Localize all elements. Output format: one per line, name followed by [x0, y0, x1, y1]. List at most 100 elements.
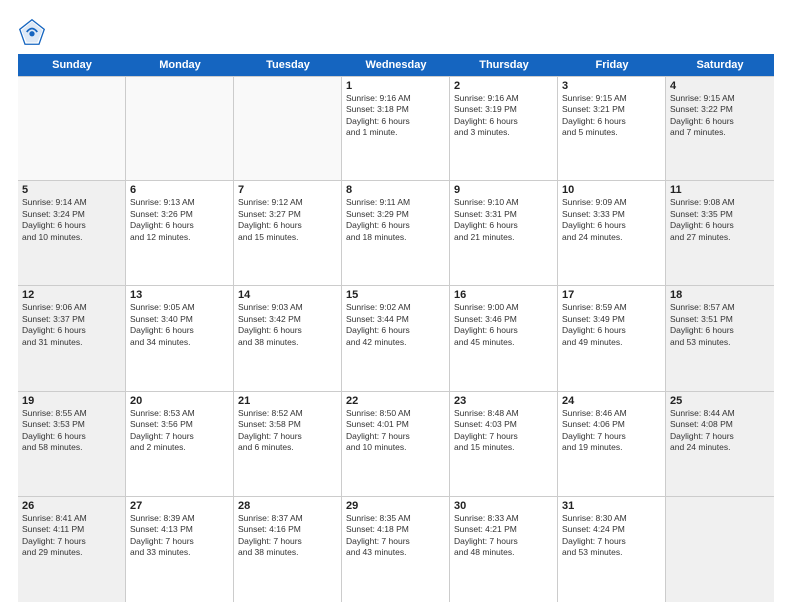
day-number: 6: [130, 184, 229, 196]
day-info: Sunrise: 9:10 AM Sunset: 3:31 PM Dayligh…: [454, 197, 553, 243]
day-13: 13Sunrise: 9:05 AM Sunset: 3:40 PM Dayli…: [126, 286, 234, 390]
empty-cell: [666, 497, 774, 602]
day-number: 12: [22, 289, 121, 301]
day-info: Sunrise: 9:02 AM Sunset: 3:44 PM Dayligh…: [346, 302, 445, 348]
empty-cell: [234, 77, 342, 180]
day-25: 25Sunrise: 8:44 AM Sunset: 4:08 PM Dayli…: [666, 392, 774, 496]
day-number: 23: [454, 395, 553, 407]
header-day-friday: Friday: [558, 54, 666, 76]
header-day-saturday: Saturday: [666, 54, 774, 76]
day-19: 19Sunrise: 8:55 AM Sunset: 3:53 PM Dayli…: [18, 392, 126, 496]
day-3: 3Sunrise: 9:15 AM Sunset: 3:21 PM Daylig…: [558, 77, 666, 180]
header-day-monday: Monday: [126, 54, 234, 76]
day-info: Sunrise: 9:03 AM Sunset: 3:42 PM Dayligh…: [238, 302, 337, 348]
day-info: Sunrise: 9:09 AM Sunset: 3:33 PM Dayligh…: [562, 197, 661, 243]
calendar-body: 1Sunrise: 9:16 AM Sunset: 3:18 PM Daylig…: [18, 76, 774, 602]
day-info: Sunrise: 8:55 AM Sunset: 3:53 PM Dayligh…: [22, 408, 121, 454]
day-number: 4: [670, 80, 770, 92]
day-number: 8: [346, 184, 445, 196]
day-number: 31: [562, 500, 661, 512]
day-number: 27: [130, 500, 229, 512]
empty-cell: [126, 77, 234, 180]
day-number: 26: [22, 500, 121, 512]
day-info: Sunrise: 8:50 AM Sunset: 4:01 PM Dayligh…: [346, 408, 445, 454]
day-number: 29: [346, 500, 445, 512]
day-9: 9Sunrise: 9:10 AM Sunset: 3:31 PM Daylig…: [450, 181, 558, 285]
day-number: 9: [454, 184, 553, 196]
day-number: 7: [238, 184, 337, 196]
day-20: 20Sunrise: 8:53 AM Sunset: 3:56 PM Dayli…: [126, 392, 234, 496]
week-4: 19Sunrise: 8:55 AM Sunset: 3:53 PM Dayli…: [18, 392, 774, 497]
day-11: 11Sunrise: 9:08 AM Sunset: 3:35 PM Dayli…: [666, 181, 774, 285]
day-8: 8Sunrise: 9:11 AM Sunset: 3:29 PM Daylig…: [342, 181, 450, 285]
day-5: 5Sunrise: 9:14 AM Sunset: 3:24 PM Daylig…: [18, 181, 126, 285]
logo: [18, 18, 50, 46]
day-17: 17Sunrise: 8:59 AM Sunset: 3:49 PM Dayli…: [558, 286, 666, 390]
day-number: 17: [562, 289, 661, 301]
day-info: Sunrise: 8:41 AM Sunset: 4:11 PM Dayligh…: [22, 513, 121, 559]
day-23: 23Sunrise: 8:48 AM Sunset: 4:03 PM Dayli…: [450, 392, 558, 496]
day-number: 25: [670, 395, 770, 407]
day-28: 28Sunrise: 8:37 AM Sunset: 4:16 PM Dayli…: [234, 497, 342, 602]
day-info: Sunrise: 8:52 AM Sunset: 3:58 PM Dayligh…: [238, 408, 337, 454]
day-info: Sunrise: 8:44 AM Sunset: 4:08 PM Dayligh…: [670, 408, 770, 454]
day-10: 10Sunrise: 9:09 AM Sunset: 3:33 PM Dayli…: [558, 181, 666, 285]
header-day-wednesday: Wednesday: [342, 54, 450, 76]
day-info: Sunrise: 9:05 AM Sunset: 3:40 PM Dayligh…: [130, 302, 229, 348]
day-info: Sunrise: 9:00 AM Sunset: 3:46 PM Dayligh…: [454, 302, 553, 348]
day-7: 7Sunrise: 9:12 AM Sunset: 3:27 PM Daylig…: [234, 181, 342, 285]
day-number: 14: [238, 289, 337, 301]
day-info: Sunrise: 8:37 AM Sunset: 4:16 PM Dayligh…: [238, 513, 337, 559]
day-number: 5: [22, 184, 121, 196]
day-15: 15Sunrise: 9:02 AM Sunset: 3:44 PM Dayli…: [342, 286, 450, 390]
day-info: Sunrise: 8:30 AM Sunset: 4:24 PM Dayligh…: [562, 513, 661, 559]
day-number: 3: [562, 80, 661, 92]
header-day-thursday: Thursday: [450, 54, 558, 76]
day-number: 21: [238, 395, 337, 407]
day-info: Sunrise: 9:15 AM Sunset: 3:21 PM Dayligh…: [562, 93, 661, 139]
day-number: 18: [670, 289, 770, 301]
day-4: 4Sunrise: 9:15 AM Sunset: 3:22 PM Daylig…: [666, 77, 774, 180]
day-info: Sunrise: 9:16 AM Sunset: 3:19 PM Dayligh…: [454, 93, 553, 139]
week-3: 12Sunrise: 9:06 AM Sunset: 3:37 PM Dayli…: [18, 286, 774, 391]
week-5: 26Sunrise: 8:41 AM Sunset: 4:11 PM Dayli…: [18, 497, 774, 602]
day-info: Sunrise: 9:08 AM Sunset: 3:35 PM Dayligh…: [670, 197, 770, 243]
week-1: 1Sunrise: 9:16 AM Sunset: 3:18 PM Daylig…: [18, 76, 774, 181]
day-14: 14Sunrise: 9:03 AM Sunset: 3:42 PM Dayli…: [234, 286, 342, 390]
logo-icon: [18, 18, 46, 46]
day-number: 13: [130, 289, 229, 301]
day-2: 2Sunrise: 9:16 AM Sunset: 3:19 PM Daylig…: [450, 77, 558, 180]
day-29: 29Sunrise: 8:35 AM Sunset: 4:18 PM Dayli…: [342, 497, 450, 602]
header-day-sunday: Sunday: [18, 54, 126, 76]
day-info: Sunrise: 8:57 AM Sunset: 3:51 PM Dayligh…: [670, 302, 770, 348]
day-info: Sunrise: 9:16 AM Sunset: 3:18 PM Dayligh…: [346, 93, 445, 139]
day-info: Sunrise: 8:48 AM Sunset: 4:03 PM Dayligh…: [454, 408, 553, 454]
day-26: 26Sunrise: 8:41 AM Sunset: 4:11 PM Dayli…: [18, 497, 126, 602]
day-16: 16Sunrise: 9:00 AM Sunset: 3:46 PM Dayli…: [450, 286, 558, 390]
calendar: SundayMondayTuesdayWednesdayThursdayFrid…: [18, 54, 774, 602]
day-number: 20: [130, 395, 229, 407]
day-number: 28: [238, 500, 337, 512]
day-number: 22: [346, 395, 445, 407]
page: SundayMondayTuesdayWednesdayThursdayFrid…: [0, 0, 792, 612]
day-number: 2: [454, 80, 553, 92]
day-12: 12Sunrise: 9:06 AM Sunset: 3:37 PM Dayli…: [18, 286, 126, 390]
day-info: Sunrise: 8:53 AM Sunset: 3:56 PM Dayligh…: [130, 408, 229, 454]
empty-cell: [18, 77, 126, 180]
day-6: 6Sunrise: 9:13 AM Sunset: 3:26 PM Daylig…: [126, 181, 234, 285]
day-number: 16: [454, 289, 553, 301]
day-info: Sunrise: 8:39 AM Sunset: 4:13 PM Dayligh…: [130, 513, 229, 559]
day-info: Sunrise: 9:13 AM Sunset: 3:26 PM Dayligh…: [130, 197, 229, 243]
day-18: 18Sunrise: 8:57 AM Sunset: 3:51 PM Dayli…: [666, 286, 774, 390]
day-27: 27Sunrise: 8:39 AM Sunset: 4:13 PM Dayli…: [126, 497, 234, 602]
day-number: 24: [562, 395, 661, 407]
day-info: Sunrise: 9:12 AM Sunset: 3:27 PM Dayligh…: [238, 197, 337, 243]
day-number: 1: [346, 80, 445, 92]
header-day-tuesday: Tuesday: [234, 54, 342, 76]
header: [18, 18, 774, 46]
day-number: 11: [670, 184, 770, 196]
day-number: 15: [346, 289, 445, 301]
day-number: 30: [454, 500, 553, 512]
day-30: 30Sunrise: 8:33 AM Sunset: 4:21 PM Dayli…: [450, 497, 558, 602]
day-info: Sunrise: 9:15 AM Sunset: 3:22 PM Dayligh…: [670, 93, 770, 139]
